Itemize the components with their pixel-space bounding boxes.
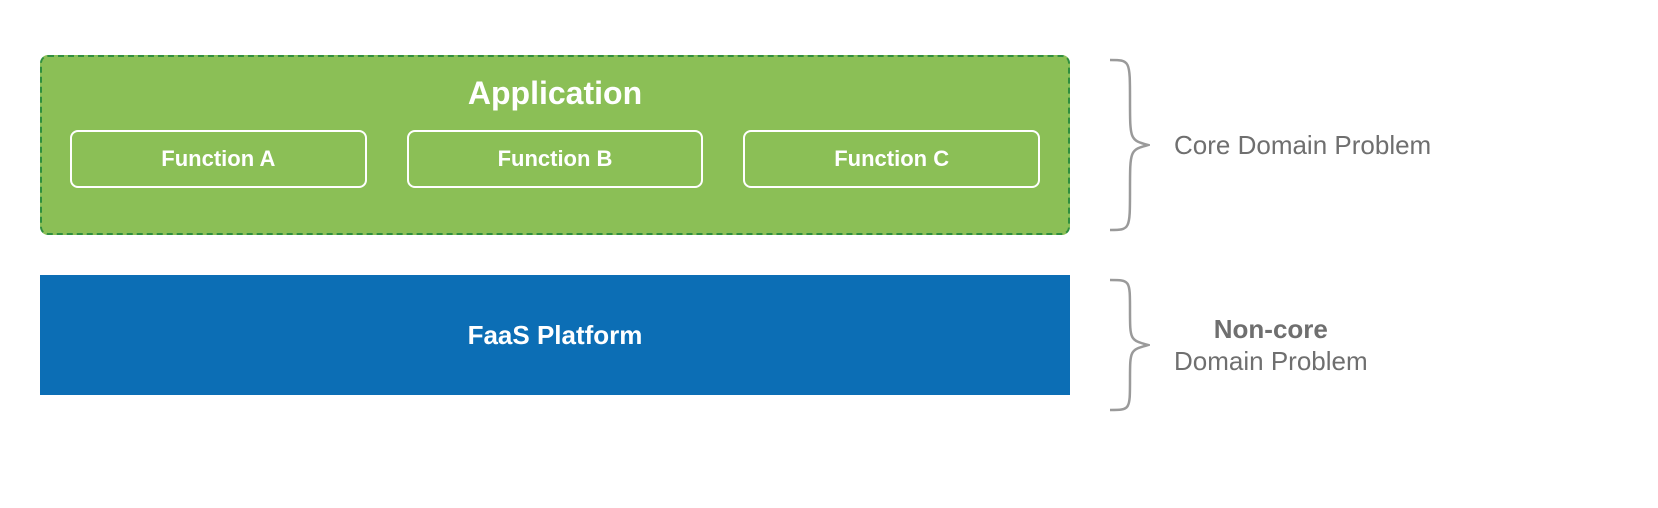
row-application: Application Function A Function B Functi… <box>40 55 1620 235</box>
faas-platform-box: FaaS Platform <box>40 275 1070 395</box>
annotation-core: Core Domain Problem <box>1100 55 1431 235</box>
noncore-domain-label: Non-core Domain Problem <box>1174 313 1368 378</box>
row-faas: FaaS Platform Non-core Domain Problem <box>40 275 1620 415</box>
brace-icon <box>1100 55 1150 235</box>
application-box: Application Function A Function B Functi… <box>40 55 1070 235</box>
annotation-noncore: Non-core Domain Problem <box>1100 275 1368 415</box>
noncore-bold: Non-core <box>1214 314 1328 344</box>
core-domain-label: Core Domain Problem <box>1174 129 1431 162</box>
function-box-b: Function B <box>407 130 704 188</box>
application-title: Application <box>70 75 1040 112</box>
faas-title: FaaS Platform <box>468 320 643 351</box>
function-box-a: Function A <box>70 130 367 188</box>
brace-icon <box>1100 275 1150 415</box>
diagram-canvas: Application Function A Function B Functi… <box>40 55 1620 415</box>
function-box-c: Function C <box>743 130 1040 188</box>
functions-row: Function A Function B Function C <box>70 130 1040 188</box>
noncore-rest: Domain Problem <box>1174 346 1368 376</box>
